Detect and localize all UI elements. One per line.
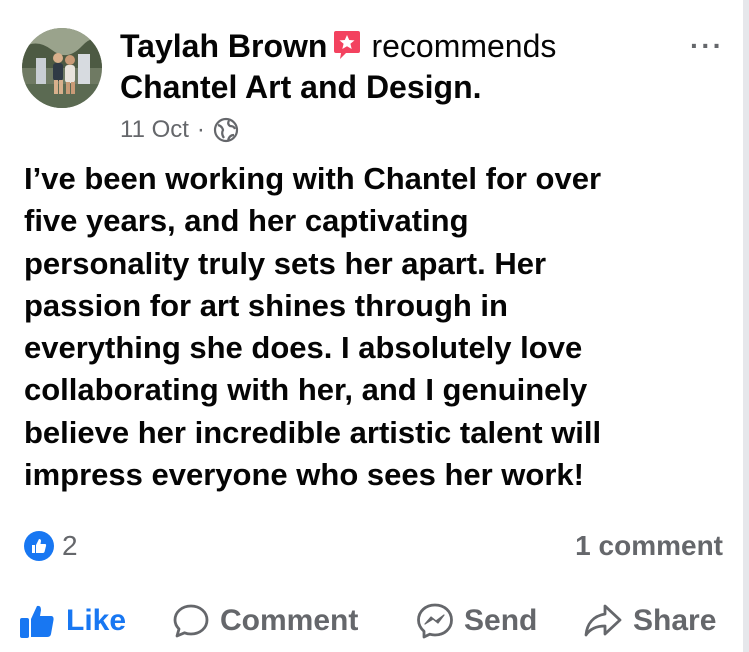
share-label: Share [633,604,717,637]
post-body-line: I’ve been working with Chantel for over [24,161,602,196]
post-body-line: believe her incredible artistic talent w… [24,414,602,450]
post-body-line: collaborating with her, and I genuinely [24,372,588,408]
header-line: Taylah Brown recommends [120,27,680,68]
meta-separator: · [196,116,205,143]
post-body-line: five years, and her captivating [24,203,469,239]
more-options-icon[interactable]: ··· [690,32,724,60]
reaction-count: 2 [62,530,78,561]
post-body-line: personality truly sets her apart. Her [24,245,547,281]
recommended-page-name[interactable]: Chantel Art and Design. [120,68,680,106]
post-body-line: everything she does. I absolutely love [24,330,583,366]
send-label: Send [464,604,538,637]
messenger-icon [416,602,454,640]
share-arrow-icon [583,602,623,640]
like-label: Like [66,604,127,637]
like-thumb-icon [24,531,54,561]
avatar[interactable] [22,28,102,108]
share-button[interactable]: Share [583,596,716,646]
globe-icon[interactable] [213,117,239,143]
post-meta: 11 Oct · [120,116,239,144]
comment-button[interactable]: Comment [172,596,358,646]
comment-count[interactable]: 1 comment [575,530,723,562]
comment-label: Comment [220,604,359,637]
speech-bubble-icon [172,602,210,640]
post-header: Taylah Brown recommends Chantel Art and D… [120,27,680,106]
post-body-line: passion for art shines through in [24,287,508,323]
author-name[interactable]: Taylah Brown [120,28,327,64]
action-bar: Like Comment Send Share [0,596,743,646]
like-thumb-icon [18,602,56,640]
post-body-line: impress everyone who sees her work! [24,457,584,493]
post-body: I’ve been working with Chantel for over … [24,158,724,496]
post-date[interactable]: 11 Oct [120,116,189,144]
recommends-label: recommends [371,28,557,64]
send-button[interactable]: Send [416,596,537,646]
recommend-star-icon [333,30,361,68]
scrollbar-edge [743,0,749,652]
like-button[interactable]: Like [18,596,126,646]
reaction-summary[interactable]: 2 [24,530,78,562]
